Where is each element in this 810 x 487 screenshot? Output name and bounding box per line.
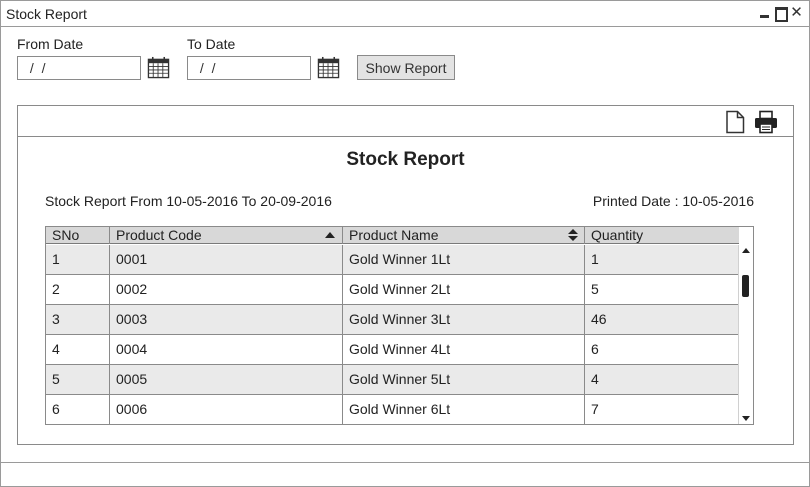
cell-product-code: 0003 <box>110 305 343 334</box>
scroll-down-icon[interactable] <box>742 416 750 421</box>
report-panel: Stock Report Stock Report From 10-05-201… <box>17 105 794 445</box>
table-row[interactable]: 4 0004 Gold Winner 4Lt 6 <box>46 335 739 365</box>
report-date-range: Stock Report From 10-05-2016 To 20-09-20… <box>45 193 332 209</box>
cell-product-name: Gold Winner 3Lt <box>343 305 585 334</box>
cell-product-name: Gold Winner 1Lt <box>343 245 585 274</box>
column-header-quantity[interactable]: Quantity <box>585 227 739 244</box>
cell-product-code: 0006 <box>110 395 343 424</box>
scrollbar-thumb[interactable] <box>742 275 749 297</box>
report-title: Stock Report <box>346 149 465 170</box>
cell-sno: 6 <box>46 395 110 424</box>
table-row[interactable]: 6 0006 Gold Winner 6Lt 7 <box>46 395 739 424</box>
minimize-icon[interactable] <box>758 6 771 20</box>
document-icon[interactable] <box>723 110 747 134</box>
table-body: 1 0001 Gold Winner 1Lt 1 2 0002 Gold Win… <box>46 245 739 424</box>
report-toolbar <box>18 106 793 137</box>
scroll-up-icon[interactable] <box>742 248 750 253</box>
cell-quantity: 5 <box>591 281 599 297</box>
status-bar-divider <box>1 462 809 463</box>
printer-icon[interactable] <box>754 110 778 134</box>
column-header-label: SNo <box>52 227 80 243</box>
column-header-sno[interactable]: SNo <box>46 227 110 244</box>
table-header: SNo Product Code Product Name Quantity <box>46 227 739 244</box>
column-header-product-code[interactable]: Product Code <box>110 227 343 244</box>
cell-product-name: Gold Winner 2Lt <box>343 275 585 304</box>
column-header-product-name[interactable]: Product Name <box>343 227 585 244</box>
table-scrollbar[interactable] <box>738 245 753 424</box>
title-bar: Stock Report ✕ <box>1 1 809 27</box>
sort-icon <box>568 228 578 242</box>
printed-date: Printed Date : 10-05-2016 <box>592 193 754 209</box>
cell-quantity: 1 <box>591 251 599 267</box>
cell-product-code: 0005 <box>110 365 343 394</box>
to-date-input[interactable] <box>187 56 311 80</box>
window-title: Stock Report <box>6 6 87 22</box>
cell-product-code: 0002 <box>110 275 343 304</box>
cell-sno: 3 <box>46 305 110 334</box>
table-row[interactable]: 5 0005 Gold Winner 5Lt 4 <box>46 365 739 395</box>
sort-ascending-icon <box>325 232 335 238</box>
show-report-button[interactable]: Show Report <box>357 55 455 80</box>
cell-product-name: Gold Winner 6Lt <box>343 395 585 424</box>
to-date-label: To Date <box>187 36 236 52</box>
cell-quantity: 46 <box>591 311 607 327</box>
stock-report-window: Stock Report ✕ From Date To Date Show Re… <box>0 0 810 487</box>
cell-quantity: 6 <box>591 341 599 357</box>
stock-table: SNo Product Code Product Name Quantity 1… <box>45 226 754 425</box>
table-row[interactable]: 1 0001 Gold Winner 1Lt 1 <box>46 245 739 275</box>
close-icon[interactable]: ✕ <box>790 5 803 20</box>
cell-sno: 4 <box>46 335 110 364</box>
table-row[interactable]: 2 0002 Gold Winner 2Lt 5 <box>46 275 739 305</box>
column-header-label: Product Name <box>349 227 439 243</box>
column-header-label: Quantity <box>591 227 644 243</box>
cell-product-code: 0001 <box>110 245 343 274</box>
window-controls: ✕ <box>758 5 803 22</box>
calendar-icon[interactable] <box>317 56 340 79</box>
cell-product-name: Gold Winner 5Lt <box>343 365 585 394</box>
cell-product-code: 0004 <box>110 335 343 364</box>
cell-quantity: 4 <box>591 371 599 387</box>
cell-sno: 1 <box>46 245 110 274</box>
column-header-label: Product Code <box>116 227 202 243</box>
cell-product-name: Gold Winner 4Lt <box>343 335 585 364</box>
cell-sno: 2 <box>46 275 110 304</box>
maximize-icon[interactable] <box>774 6 788 22</box>
from-date-label: From Date <box>17 36 84 52</box>
table-row[interactable]: 3 0003 Gold Winner 3Lt 46 <box>46 305 739 335</box>
from-date-input[interactable] <box>17 56 141 80</box>
calendar-icon[interactable] <box>147 56 170 79</box>
cell-sno: 5 <box>46 365 110 394</box>
cell-quantity: 7 <box>591 401 599 417</box>
